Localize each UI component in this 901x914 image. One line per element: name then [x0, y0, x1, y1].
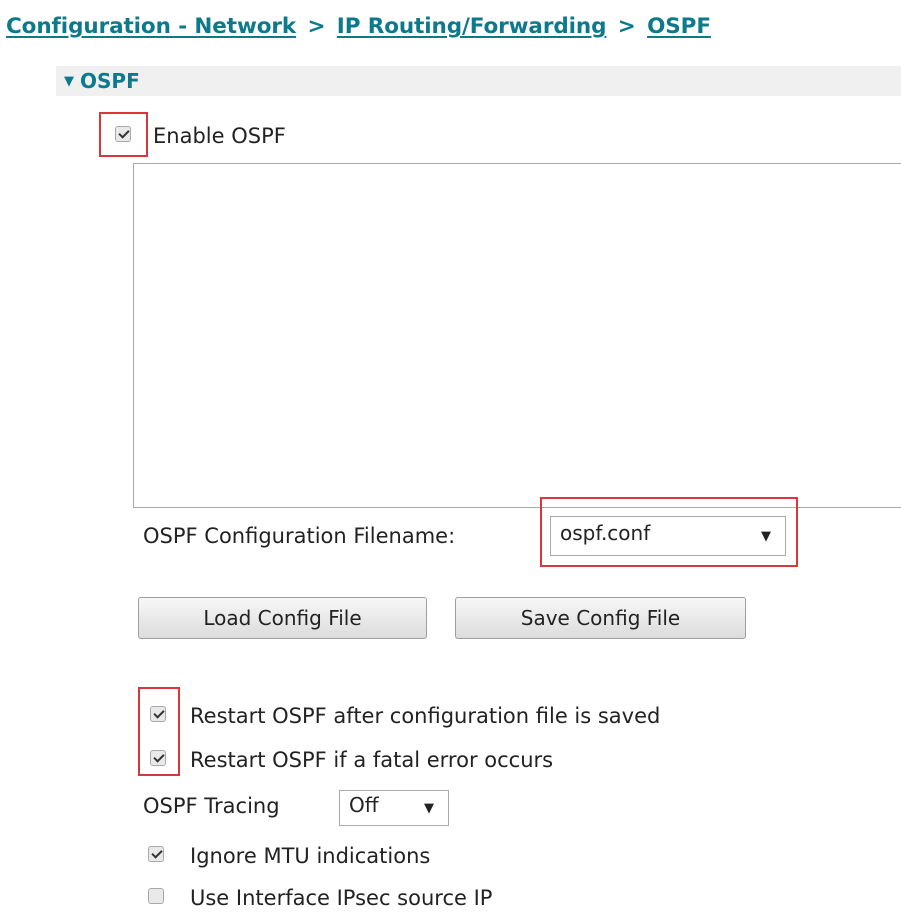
- ignore-mtu-label: Ignore MTU indications: [190, 844, 431, 868]
- restart-after-save-label: Restart OSPF after configuration file is…: [190, 704, 661, 728]
- enable-ospf-checkbox[interactable]: [115, 126, 131, 142]
- tracing-select[interactable]: Off ▼: [339, 790, 449, 826]
- restart-after-save-checkbox[interactable]: [150, 706, 166, 722]
- enable-ospf-label: Enable OSPF: [153, 124, 286, 148]
- ignore-mtu-checkbox[interactable]: [148, 846, 164, 862]
- load-config-file-button[interactable]: Load Config File: [138, 597, 427, 639]
- ipsec-source-label: Use Interface IPsec source IP: [190, 886, 493, 910]
- restart-on-fatal-checkbox[interactable]: [150, 750, 166, 766]
- breadcrumb-separator: >: [307, 14, 326, 39]
- caret-down-icon: ▼: [64, 74, 74, 89]
- tracing-label: OSPF Tracing: [143, 794, 280, 818]
- filename-select[interactable]: ospf.conf ▼: [550, 516, 786, 556]
- breadcrumb-ospf[interactable]: OSPF: [647, 14, 711, 39]
- breadcrumb-configuration-network[interactable]: Configuration - Network: [6, 14, 296, 39]
- breadcrumb: Configuration - Network > IP Routing/For…: [6, 14, 711, 39]
- dropdown-arrow-icon: ▼: [761, 529, 771, 544]
- section-title: OSPF: [80, 69, 140, 93]
- filename-label: OSPF Configuration Filename:: [143, 524, 456, 548]
- ipsec-source-checkbox[interactable]: [148, 888, 164, 904]
- breadcrumb-separator: >: [617, 14, 636, 39]
- dropdown-arrow-icon: ▼: [424, 801, 434, 816]
- save-config-file-button[interactable]: Save Config File: [455, 597, 746, 639]
- ospf-config-textarea[interactable]: [133, 163, 901, 508]
- filename-select-value: ospf.conf: [560, 521, 651, 545]
- ospf-section-header[interactable]: ▼ OSPF: [56, 66, 901, 96]
- breadcrumb-ip-routing-forwarding[interactable]: IP Routing/Forwarding: [337, 14, 607, 39]
- tracing-select-value: Off: [349, 793, 379, 817]
- restart-on-fatal-label: Restart OSPF if a fatal error occurs: [190, 748, 554, 772]
